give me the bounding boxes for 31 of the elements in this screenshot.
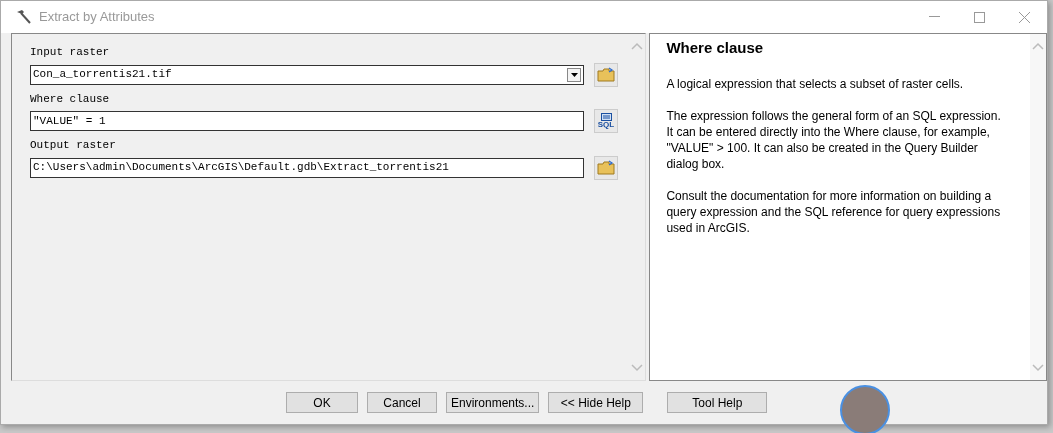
scroll-up-icon[interactable] [631,42,644,50]
scroll-down-icon[interactable] [631,364,644,372]
sql-button[interactable]: SQL [594,109,618,133]
field-label: Where clause [30,91,111,107]
scroll-up-icon[interactable] [1032,42,1044,50]
hammer-icon [15,9,33,25]
help-paragraph: The expression follows the general form of an SQL expression. It can be entered directly into the Where clause, for example, "VALUE" > 100. It can also be created in the Query Builder dialog box. [666,108,1002,172]
dropdown-field[interactable]: Con_a_torrentis21.tif [30,64,584,85]
minimize-icon [929,16,940,18]
browse-button[interactable] [594,155,618,180]
close-icon [1019,11,1030,23]
input-field[interactable]: "VALUE" = 1 [30,111,584,131]
help-title: Where clause [666,40,765,56]
field-label: Output raster [30,138,117,153]
dropdown-arrow-icon [570,72,578,77]
folder-icon [597,67,615,82]
field-label: Input raster [30,45,111,60]
dialog-button[interactable]: Environments... [446,392,540,413]
help-paragraph: A logical expression that selects a subset of raster cells. [666,76,965,92]
help-paragraph: Consult the documentation for more information on building a query expression and the SQL reference for query expressions used in ArcGIS. [666,188,1002,236]
dialog-button[interactable]: Tool Help [667,392,768,413]
input-field[interactable]: C:\Users\admin\Documents\ArcGIS\Default.gdb\Extract_torrentis21 [30,157,584,178]
dialog-button[interactable]: Cancel [367,392,437,413]
maximize-icon [974,11,985,23]
scroll-down-icon[interactable] [1032,364,1044,372]
dialog-button[interactable]: << Hide Help [548,392,644,413]
folder-icon [597,160,615,175]
dialog-button[interactable]: OK [286,392,358,413]
window-title: Extract by Attributes [39,8,155,27]
browse-button[interactable] [594,62,618,87]
form-icon [600,113,612,121]
